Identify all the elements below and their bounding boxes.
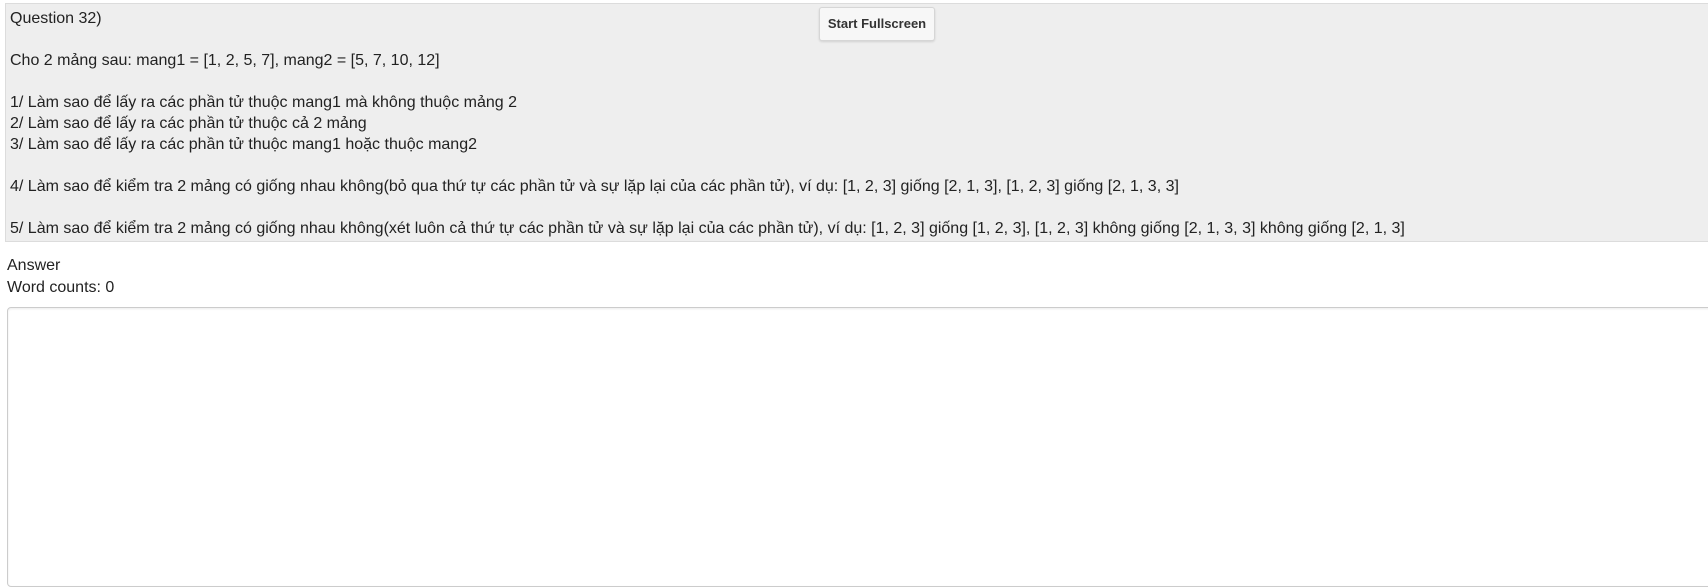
question-line: 3/ Làm sao để lấy ra các phần tử thuộc m… bbox=[10, 136, 477, 153]
answer-textarea[interactable] bbox=[7, 307, 1708, 587]
question-line: 5/ Làm sao để kiểm tra 2 mảng có giống n… bbox=[10, 220, 1405, 237]
question-line: 1/ Làm sao để lấy ra các phần tử thuộc m… bbox=[10, 94, 518, 111]
start-fullscreen-button[interactable]: Start Fullscreen bbox=[819, 7, 935, 41]
question-panel: Question 32) Cho 2 mảng sau: mang1 = [1,… bbox=[5, 3, 1708, 242]
question-line: Cho 2 mảng sau: mang1 = [1, 2, 5, 7], ma… bbox=[10, 52, 440, 69]
word-counts: Word counts: 0 bbox=[7, 279, 115, 296]
question-line: 4/ Làm sao để kiểm tra 2 mảng có giống n… bbox=[10, 178, 1179, 195]
answer-label: Answer bbox=[7, 257, 61, 274]
question-text: Question 32) Cho 2 mảng sau: mang1 = [1,… bbox=[10, 8, 1405, 239]
question-title: Question 32) bbox=[10, 10, 102, 27]
question-line: 2/ Làm sao để lấy ra các phần tử thuộc c… bbox=[10, 115, 367, 132]
